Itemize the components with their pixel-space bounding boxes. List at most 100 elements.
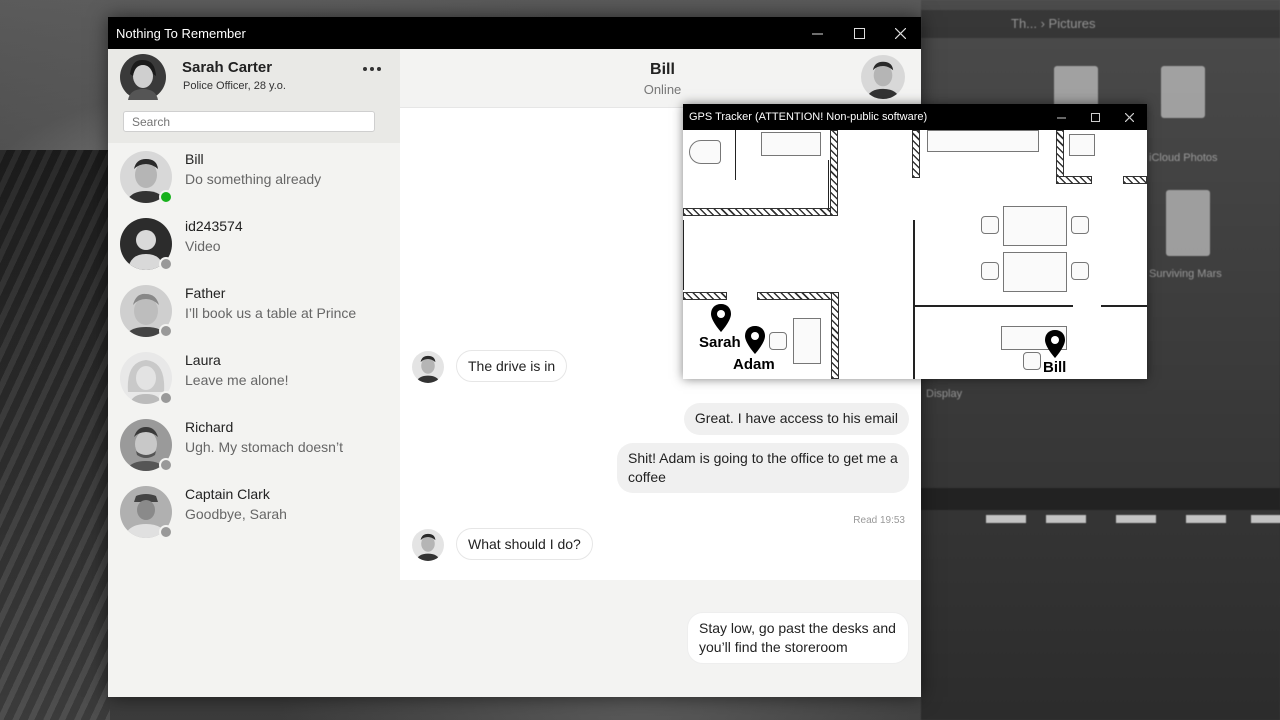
sink-icon [761, 132, 821, 156]
contact-name: Richard [185, 419, 234, 435]
offline-status-icon [159, 257, 173, 271]
contact-item-id243574[interactable]: id243574 Video [108, 214, 400, 280]
file-thumbnail[interactable] [986, 515, 1026, 523]
search-input[interactable] [123, 111, 375, 132]
wall [757, 292, 839, 300]
avatar[interactable] [861, 55, 905, 99]
window-title: Nothing To Remember [116, 26, 246, 41]
more-icon-dot [377, 67, 381, 71]
avatar [412, 351, 444, 383]
minimize-icon [811, 33, 823, 34]
contact-item-richard[interactable]: Richard Ugh. My stomach doesn’t [108, 415, 400, 481]
contact-last-message: Video [185, 238, 221, 254]
contact-last-message: Ugh. My stomach doesn’t [185, 439, 343, 455]
location-pin-icon[interactable] [745, 326, 765, 354]
explorer-breadcrumb: Th... › Pictures [1011, 16, 1096, 31]
avatar [412, 529, 444, 561]
wall [831, 292, 839, 379]
location-pin-icon[interactable] [711, 304, 731, 332]
reply-options-area: Stay low, go past the desks and you’ll f… [400, 580, 921, 697]
message-bubble-incoming: The drive is in [456, 350, 568, 382]
wall [1123, 176, 1147, 184]
close-icon [894, 27, 906, 39]
contact-name: Father [185, 285, 226, 301]
contact-last-message: I’ll book us a table at Prince [185, 305, 357, 321]
wall [828, 160, 829, 210]
gps-close-button[interactable] [1112, 104, 1146, 130]
gps-tracker-window: GPS Tracker (ATTENTION! Non-public softw… [683, 104, 1147, 379]
maximize-icon [853, 27, 865, 39]
contact-name: id243574 [185, 218, 243, 234]
file-thumbnail[interactable] [1046, 515, 1086, 523]
file-thumbnail[interactable] [1116, 515, 1156, 523]
wall [912, 130, 920, 178]
marker-label-bill: Bill [1043, 359, 1067, 376]
window-titlebar[interactable]: Nothing To Remember [108, 17, 921, 49]
contact-item-laura[interactable]: Laura Leave me alone! [108, 348, 400, 414]
marker-label-sarah: Sarah [699, 334, 741, 351]
profile-role: Police Officer, 28 y.o. [183, 80, 286, 92]
chat-contact-name: Bill [650, 61, 675, 78]
wall [1101, 305, 1147, 307]
offline-status-icon [159, 458, 173, 472]
contact-name: Laura [185, 352, 221, 368]
contact-item-captain-clark[interactable]: Captain Clark Goodbye, Sarah [108, 482, 400, 548]
chair-icon [769, 332, 787, 350]
chat-contact-status: Online [643, 82, 682, 97]
folder-label: Surviving Mars [1149, 268, 1222, 280]
desk-icon [1003, 206, 1067, 246]
reply-option-button[interactable]: Stay low, go past the desks and you’ll f… [687, 612, 909, 664]
close-icon [1124, 112, 1134, 122]
gps-maximize-button[interactable] [1078, 104, 1112, 130]
online-status-icon [159, 190, 173, 204]
message-bubble-outgoing: Shit! Adam is going to the office to get… [617, 443, 909, 493]
contact-item-father[interactable]: Father I’ll book us a table at Prince [108, 281, 400, 347]
contact-name: Bill [185, 151, 204, 167]
offline-status-icon [159, 525, 173, 539]
background-photo [0, 150, 110, 720]
desk-icon [793, 318, 821, 364]
minimize-button[interactable] [796, 17, 838, 49]
contact-last-message: Goodbye, Sarah [185, 506, 287, 522]
gps-titlebar[interactable]: GPS Tracker (ATTENTION! Non-public softw… [683, 104, 1147, 130]
floor-plan-map[interactable]: Sarah Adam Bill [683, 130, 1147, 379]
contacts-sidebar: Sarah Carter Police Officer, 28 y.o. Bil… [108, 49, 401, 697]
folder-icon[interactable] [1166, 190, 1210, 256]
more-icon [363, 67, 367, 71]
contact-last-message: Do something already [185, 171, 322, 187]
chair-icon [981, 216, 999, 234]
gps-minimize-button[interactable] [1044, 104, 1078, 130]
more-options-button[interactable] [360, 59, 384, 79]
location-pin-icon[interactable] [1045, 330, 1065, 358]
chat-header: Bill Online [400, 49, 921, 108]
offline-status-icon [159, 324, 173, 338]
wall [683, 208, 838, 216]
wall [1056, 176, 1092, 184]
wall [683, 292, 727, 300]
folder-icon[interactable] [1161, 66, 1205, 118]
explorer-statusbar [921, 488, 1280, 510]
wall [830, 130, 838, 216]
contact-name: Captain Clark [185, 486, 270, 502]
message-bubble-incoming: What should I do? [456, 528, 593, 560]
folder-label: Display [926, 388, 963, 400]
chair-icon [1023, 352, 1041, 370]
file-thumbnail[interactable] [1251, 515, 1280, 523]
maximize-button[interactable] [838, 17, 880, 49]
profile-header: Sarah Carter Police Officer, 28 y.o. [108, 49, 400, 143]
close-button[interactable] [879, 17, 921, 49]
contact-item-bill[interactable]: Bill Do something already [108, 147, 400, 213]
explorer-toolbar [921, 10, 1280, 38]
sink-counter-icon [927, 130, 1039, 152]
avatar[interactable] [120, 54, 166, 100]
read-receipt: Read 19:53 [853, 515, 905, 526]
profile-name: Sarah Carter [182, 59, 273, 76]
message-bubble-outgoing: Great. I have access to his email [683, 403, 909, 435]
offline-status-icon [159, 391, 173, 405]
maximize-icon [1090, 112, 1100, 122]
file-thumbnail[interactable] [1186, 515, 1226, 523]
minimize-icon [1056, 117, 1066, 118]
chair-icon [981, 262, 999, 280]
wall [913, 305, 1073, 307]
gps-window-title: GPS Tracker (ATTENTION! Non-public softw… [689, 111, 928, 123]
